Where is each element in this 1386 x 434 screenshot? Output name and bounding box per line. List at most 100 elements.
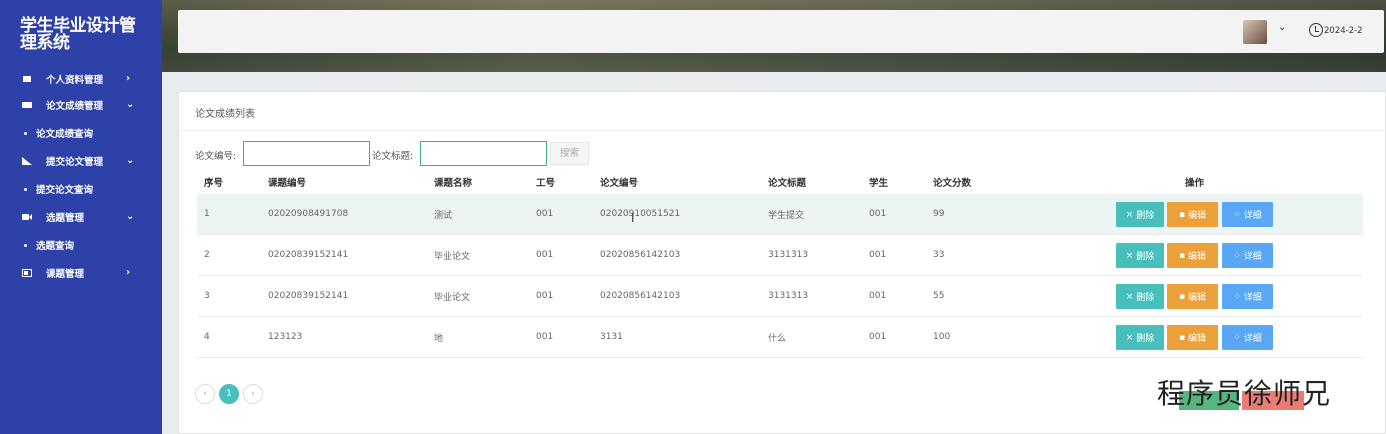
edit-button-label: 编辑 xyxy=(1188,211,1207,221)
chevron-down-icon[interactable]: ⌄ xyxy=(1278,22,1286,33)
edit-button-label: 编辑 xyxy=(1188,334,1207,344)
close-icon: × xyxy=(1125,332,1134,343)
avatar[interactable] xyxy=(1243,20,1267,44)
paper-title-label: 论文标题: xyxy=(372,151,414,162)
divider xyxy=(179,130,1385,131)
delete-button[interactable]: × 删除 xyxy=(1116,325,1164,350)
sidebar-menu: 个人资料管理 › 论文成绩管理 ⌄ 论文成绩查询 提交论文管理 ⌄ 提交论文查询… xyxy=(0,66,162,286)
table-header: 序号 课题编号 课题名称 工号 论文编号 论文标题 学生 论文分数 操作 xyxy=(197,170,1363,194)
delete-button[interactable]: × 删除 xyxy=(1116,202,1164,227)
table-cell: 33 xyxy=(933,250,945,260)
table-cell: 001 xyxy=(536,250,554,260)
column-header: 论文标题 xyxy=(768,178,807,189)
table-row: 3 02020839152141 毕业论文 001 02020856142103 3131… xyxy=(197,276,1363,317)
table-cell: 3 xyxy=(204,291,210,301)
table-cell: 001 xyxy=(869,250,887,260)
sidebar-subitem-label: 论文成绩查询 xyxy=(36,129,94,140)
bullet-icon xyxy=(24,131,27,135)
text-cursor-icon: I xyxy=(631,211,635,225)
search-button[interactable]: 搜索 xyxy=(550,142,589,165)
table-cell: 02020839152141 xyxy=(268,250,349,260)
delete-button-label: 删除 xyxy=(1136,211,1155,221)
table-cell: 4 xyxy=(204,332,210,342)
submit-icon xyxy=(22,157,32,165)
table-cell: 地 xyxy=(434,333,444,344)
table-cell: 学生提交 xyxy=(768,210,805,221)
sidebar-subitem-topic-query[interactable]: 选题查询 xyxy=(0,230,162,260)
sidebar-item-projects[interactable]: 课题管理 › xyxy=(0,260,162,286)
watermark-text: 程序员徐师兄 xyxy=(1157,377,1332,410)
sidebar-subitem-label: 选题查询 xyxy=(36,241,75,252)
edit-button-label: 编辑 xyxy=(1188,252,1207,262)
edit-icon: ▪ xyxy=(1178,332,1186,343)
detail-button[interactable]: ⁘ 详细 xyxy=(1222,202,1273,227)
prev-page-button[interactable]: ‹ xyxy=(195,384,215,404)
chevron-right-icon: › xyxy=(126,73,131,84)
sidebar: 学生毕业设计管理系统 个人资料管理 › 论文成绩管理 ⌄ 论文成绩查询 提交论文… xyxy=(0,0,162,434)
detail-button[interactable]: ⁘ 详细 xyxy=(1222,284,1273,309)
detail-button[interactable]: ⁘ 详细 xyxy=(1222,325,1273,350)
column-header: 序号 xyxy=(204,178,224,189)
edit-button[interactable]: ▪ 编辑 xyxy=(1167,284,1218,309)
detail-button-label: 详细 xyxy=(1243,293,1262,303)
sidebar-subitem-grade-query[interactable]: 论文成绩查询 xyxy=(0,118,162,148)
grade-icon xyxy=(22,102,32,108)
edit-button-label: 编辑 xyxy=(1188,293,1207,303)
delete-button-label: 删除 xyxy=(1136,334,1155,344)
sidebar-item-submit-paper[interactable]: 提交论文管理 ⌄ xyxy=(0,148,162,174)
sidebar-item-label: 个人资料管理 xyxy=(46,75,104,86)
chevron-down-icon: ⌄ xyxy=(126,99,135,110)
sidebar-item-label: 提交论文管理 xyxy=(46,157,104,168)
column-header: 课题编号 xyxy=(268,178,307,189)
table-cell: 02020856142103 xyxy=(600,250,681,260)
clock-icon xyxy=(1309,23,1323,37)
table-cell: 3131313 xyxy=(768,250,809,260)
table-cell: 001 xyxy=(536,291,554,301)
table-cell: 什么 xyxy=(768,333,787,344)
table-cell: 02020839152141 xyxy=(268,291,349,301)
sidebar-item-topics[interactable]: 选题管理 ⌄ xyxy=(0,204,162,230)
table-cell: 测试 xyxy=(434,210,453,221)
edit-icon: ▪ xyxy=(1178,291,1186,302)
edit-icon: ▪ xyxy=(1178,209,1186,220)
edit-button[interactable]: ▪ 编辑 xyxy=(1167,202,1218,227)
table-cell: 001 xyxy=(536,332,554,342)
edit-button[interactable]: ▪ 编辑 xyxy=(1167,243,1218,268)
detail-button[interactable]: ⁘ 详细 xyxy=(1222,243,1273,268)
column-header: 课题名称 xyxy=(434,178,473,189)
column-header: 论文分数 xyxy=(933,178,972,189)
top-bar: ⌄ 2024-2-2 xyxy=(178,10,1384,53)
delete-button[interactable]: × 删除 xyxy=(1116,284,1164,309)
sidebar-item-grades[interactable]: 论文成绩管理 ⌄ xyxy=(0,92,162,118)
close-icon: × xyxy=(1125,250,1134,261)
paper-title-input[interactable] xyxy=(420,141,547,166)
current-date: 2024-2-2 xyxy=(1324,26,1363,36)
detail-button-label: 详细 xyxy=(1243,252,1262,262)
table-cell: 02020910051521 xyxy=(600,209,681,219)
sidebar-subitem-submit-query[interactable]: 提交论文查询 xyxy=(0,174,162,204)
sidebar-item-label: 论文成绩管理 xyxy=(46,101,104,112)
sidebar-subitem-label: 提交论文查询 xyxy=(36,185,94,196)
paper-no-input[interactable] xyxy=(243,141,370,166)
grid-icon: ⁘ xyxy=(1233,332,1241,343)
page-number-button[interactable]: 1 xyxy=(219,384,239,404)
next-page-button[interactable]: › xyxy=(243,384,263,404)
edit-button[interactable]: ▪ 编辑 xyxy=(1167,325,1218,350)
sidebar-item-label: 选题管理 xyxy=(46,213,85,224)
table-cell: 001 xyxy=(536,209,554,219)
table-cell: 99 xyxy=(933,209,945,219)
chevron-down-icon: ⌄ xyxy=(126,155,135,166)
table-cell: 001 xyxy=(869,332,887,342)
pagination: ‹ 1 › xyxy=(195,384,263,404)
app-title: 学生毕业设计管理系统 xyxy=(20,16,136,53)
table-cell: 3131 xyxy=(600,332,623,342)
table-row: 4 123123 地 001 3131 什么 001 100 × 删除 ▪ 编辑 ⁘ 详细 xyxy=(197,317,1363,358)
table-row: 1 02020908491708 测试 001 02020910051521 学生提交 00… xyxy=(197,194,1363,235)
table-cell: 毕业论文 xyxy=(434,251,471,262)
grid-icon: ⁘ xyxy=(1233,291,1241,302)
table-cell: 55 xyxy=(933,291,945,301)
table-cell: 02020856142103 xyxy=(600,291,681,301)
delete-button[interactable]: × 删除 xyxy=(1116,243,1164,268)
sidebar-item-profile[interactable]: 个人资料管理 › xyxy=(0,66,162,92)
table-cell: 001 xyxy=(869,291,887,301)
